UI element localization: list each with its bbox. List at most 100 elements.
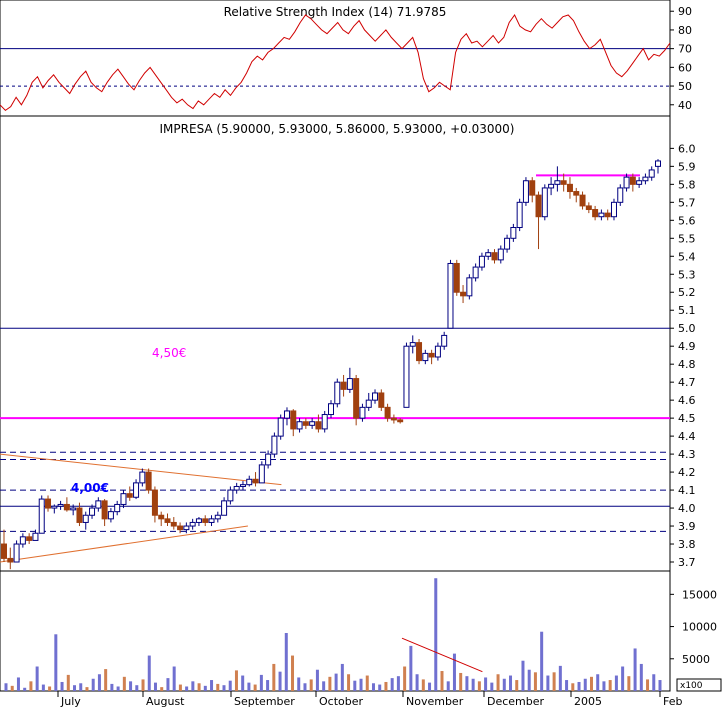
candle-body	[491, 252, 498, 261]
candle-body	[516, 201, 523, 229]
volume-bar	[614, 675, 618, 691]
candle-body	[120, 493, 127, 505]
x-tick-label: 2005	[574, 695, 602, 708]
candle-body	[334, 381, 341, 405]
volume-panel: 5000 10000 15000 x100	[0, 570, 722, 692]
volume-bar	[359, 678, 363, 691]
price-tick-label: 4.8	[678, 358, 696, 371]
volume-bar	[54, 634, 58, 691]
volume-bar	[596, 674, 600, 691]
candle-body	[340, 381, 347, 390]
volume-bar	[41, 684, 45, 691]
candle-body	[610, 201, 617, 218]
volume-bar	[60, 681, 64, 691]
candle-body	[604, 212, 611, 218]
volume-bar	[303, 683, 307, 691]
volume-bar	[272, 663, 276, 691]
volume-bar	[471, 678, 475, 691]
volume-bar	[203, 685, 207, 691]
candle-body	[302, 421, 309, 426]
rsi-title: Relative Strength Index (14) 71.9785	[224, 5, 447, 19]
volume-bar	[297, 677, 301, 691]
price-tick-label: 5.2	[678, 286, 696, 299]
candle-body	[629, 176, 636, 185]
candle-body	[252, 478, 259, 484]
candle-body	[26, 536, 33, 541]
volume-bar	[160, 687, 164, 691]
candle-body	[70, 507, 77, 511]
price-tick-label: 5.1	[678, 304, 696, 317]
rsi-tick-label-50: 50	[678, 80, 692, 93]
volume-bar	[147, 655, 151, 691]
candle-body	[139, 471, 146, 484]
volume-bar	[434, 578, 438, 691]
volume-bar	[309, 679, 313, 691]
volume-bar	[465, 676, 469, 691]
candle-body	[170, 521, 177, 527]
candle-body	[529, 180, 536, 196]
annotation-4-00: 4,00€	[71, 481, 109, 495]
volume-bar	[602, 681, 606, 691]
volume-bar	[633, 648, 637, 691]
volume-bar	[509, 675, 513, 691]
volume-bar	[340, 663, 344, 691]
volume-bar	[234, 670, 238, 691]
volume-bar	[403, 666, 407, 691]
volume-bar	[646, 679, 650, 691]
candle-body	[353, 378, 360, 419]
volume-bar	[415, 674, 419, 691]
volume-bar	[79, 683, 83, 691]
volume-panel-frame	[0, 570, 671, 692]
volume-bar	[621, 666, 625, 691]
candle-body	[13, 543, 20, 563]
volume-bar	[253, 684, 257, 691]
candle-body	[397, 419, 404, 423]
candle-body	[403, 345, 410, 408]
price-tick-label: 5.4	[678, 250, 696, 263]
price-tick-label: 5.8	[678, 178, 696, 191]
volume-bar	[577, 681, 581, 691]
volume-bar	[384, 681, 388, 691]
volume-bar	[241, 675, 245, 691]
volume-bar	[589, 676, 593, 691]
candle-body	[328, 403, 334, 416]
candle-body	[478, 255, 485, 268]
volume-bar	[546, 675, 550, 691]
volume-bar	[639, 663, 643, 691]
annotation-4-50: 4,50€	[152, 346, 186, 360]
volume-bar	[521, 660, 525, 691]
volume-bar	[459, 672, 463, 691]
volume-bar	[328, 676, 332, 691]
price-tick-label: 4.4	[678, 430, 696, 443]
volume-bar	[533, 672, 537, 691]
volume-bar	[322, 681, 326, 691]
candle-body	[372, 392, 379, 401]
volume-bar	[172, 666, 176, 691]
price-tick-label: 4.9	[678, 340, 696, 353]
price-tick-label: 4.0	[678, 502, 696, 515]
x-tick-label: Feb	[663, 695, 682, 708]
candle-body	[573, 191, 580, 196]
volume-bar	[141, 679, 145, 691]
volume-bar	[228, 680, 232, 691]
volume-bar	[440, 671, 444, 691]
rsi-tick-label-90: 90	[678, 5, 692, 18]
volume-bar	[178, 684, 182, 691]
candle-body	[453, 262, 460, 293]
price-tick-label: 5.9	[678, 160, 696, 173]
price-tick-label: 5.6	[678, 214, 696, 227]
volume-bar	[428, 682, 432, 691]
volume-bar	[191, 681, 195, 691]
rsi-tick-label-80: 80	[678, 24, 692, 37]
volume-bar	[122, 676, 126, 691]
candle-body	[422, 352, 429, 362]
volume-bar	[409, 645, 413, 691]
volume-bar	[496, 674, 500, 691]
candle-body	[522, 180, 529, 203]
candle-body	[416, 342, 423, 362]
volume-bar	[540, 631, 544, 691]
price-tick-label: 4.2	[678, 466, 696, 479]
candle-body	[258, 464, 265, 484]
candle-body	[7, 557, 14, 563]
volume-bar	[259, 674, 263, 691]
